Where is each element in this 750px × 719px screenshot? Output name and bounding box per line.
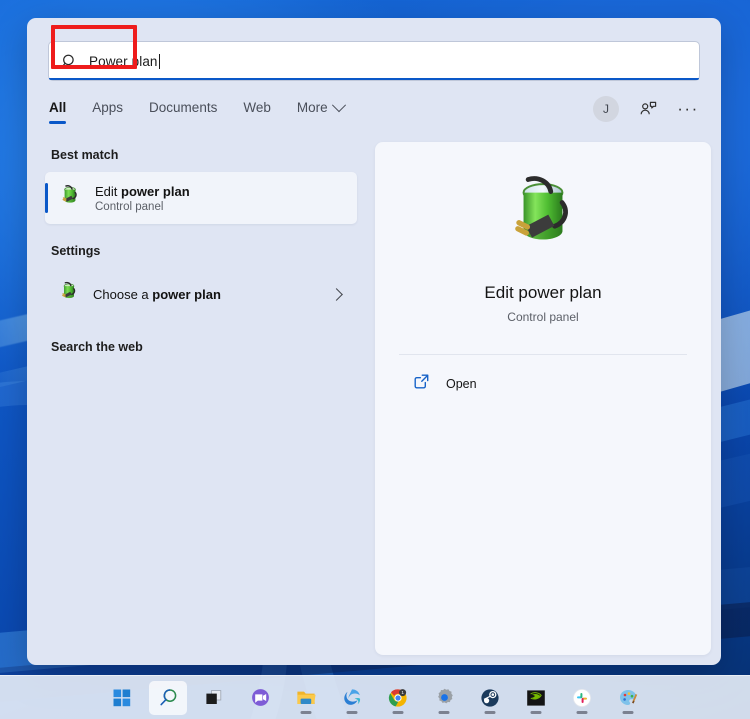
- section-title-search-the-web: Search the web: [51, 340, 143, 354]
- tab-all[interactable]: All: [49, 100, 67, 124]
- result-subtitle: Control panel: [95, 200, 164, 213]
- results-area: Best match Edit power plan Control panel…: [27, 130, 721, 665]
- text-caret: [158, 53, 160, 69]
- chevron-right-icon: [330, 287, 343, 301]
- filter-tabs: All Apps Documents Web More: [49, 97, 593, 124]
- section-title-settings: Settings: [51, 244, 101, 258]
- action-open-label: Open: [446, 377, 477, 391]
- tab-all-label: All: [49, 100, 67, 115]
- running-indicator: [346, 710, 358, 714]
- tab-documents-label: Documents: [149, 100, 218, 115]
- result-title-prefix: Edit: [95, 183, 122, 199]
- taskbar-item-task-view[interactable]: [195, 681, 233, 715]
- tab-apps[interactable]: Apps: [92, 100, 123, 124]
- tab-more-label: More: [296, 100, 328, 115]
- desktop-screen: Power plan All Apps Documents Web More J…: [0, 0, 750, 719]
- result-texts: Choose a power plan: [93, 287, 320, 302]
- search-input[interactable]: Power plan: [89, 53, 689, 69]
- taskbar-item-file-explorer[interactable]: [287, 681, 325, 715]
- filter-tab-row: All Apps Documents Web More J ···: [27, 80, 721, 130]
- tab-web-label: Web: [243, 100, 271, 115]
- results-list-pane: Best match Edit power plan Control panel…: [37, 142, 365, 655]
- running-indicator: [300, 710, 312, 714]
- detail-subtitle: Control panel: [507, 310, 579, 324]
- result-title: Edit power plan: [95, 184, 345, 199]
- svg-text:1: 1: [401, 690, 404, 695]
- open-external-icon: [413, 373, 430, 395]
- running-indicator: [392, 710, 404, 714]
- detail-pane: Edit power plan Control panel Open: [375, 142, 711, 655]
- result-title-highlight: power plan: [152, 286, 221, 302]
- action-open[interactable]: Open: [399, 355, 687, 395]
- taskbar: 1: [0, 675, 750, 719]
- result-item-choose-a-power-plan[interactable]: Choose a power plan: [45, 268, 357, 320]
- tab-web[interactable]: Web: [243, 100, 271, 124]
- search-flyout-panel: Power plan All Apps Documents Web More J…: [27, 18, 721, 665]
- running-indicator: [438, 710, 450, 714]
- taskbar-item-nvidia[interactable]: [517, 681, 555, 715]
- result-item-edit-power-plan[interactable]: Edit power plan Control panel: [45, 172, 357, 224]
- running-indicator: [576, 710, 588, 714]
- tab-documents[interactable]: Documents: [149, 100, 217, 124]
- power-plan-icon: [57, 183, 83, 214]
- detail-title: Edit power plan: [484, 283, 602, 302]
- tab-more[interactable]: More: [296, 97, 346, 124]
- taskbar-item-edge[interactable]: [333, 681, 371, 715]
- taskbar-item-chat[interactable]: [241, 681, 279, 715]
- taskbar-item-paint[interactable]: [609, 681, 647, 715]
- power-plan-icon-large: [497, 170, 589, 267]
- header-actions: J ···: [593, 96, 699, 128]
- result-texts: Edit power plan Control panel: [95, 184, 345, 213]
- feedback-person-icon[interactable]: [637, 98, 659, 120]
- taskbar-item-start[interactable]: [103, 681, 141, 715]
- running-indicator: [484, 710, 496, 714]
- chevron-down-icon: [331, 97, 346, 112]
- section-title-best-match: Best match: [51, 148, 119, 162]
- result-title-prefix: Choose a: [93, 286, 153, 302]
- taskbar-item-chrome[interactable]: 1: [379, 681, 417, 715]
- avatar[interactable]: J: [593, 96, 619, 122]
- result-title-highlight: power plan: [121, 183, 190, 199]
- taskbar-item-search[interactable]: [149, 680, 187, 715]
- search-icon: [59, 51, 79, 71]
- taskbar-item-slack[interactable]: [563, 681, 601, 715]
- result-title: Choose a power plan: [93, 287, 320, 302]
- avatar-initial: J: [603, 102, 609, 116]
- taskbar-item-steam[interactable]: [471, 681, 509, 715]
- ellipsis-icon[interactable]: ···: [677, 98, 699, 120]
- search-box[interactable]: Power plan: [49, 42, 699, 80]
- taskbar-item-settings[interactable]: [425, 681, 463, 715]
- running-indicator: [622, 710, 634, 714]
- power-plan-icon: [57, 280, 81, 309]
- ellipsis-glyph: ···: [677, 99, 699, 118]
- search-input-value: Power plan: [89, 53, 158, 69]
- search-box-container: Power plan: [27, 18, 721, 80]
- tab-apps-label: Apps: [92, 100, 124, 115]
- running-indicator: [530, 710, 542, 714]
